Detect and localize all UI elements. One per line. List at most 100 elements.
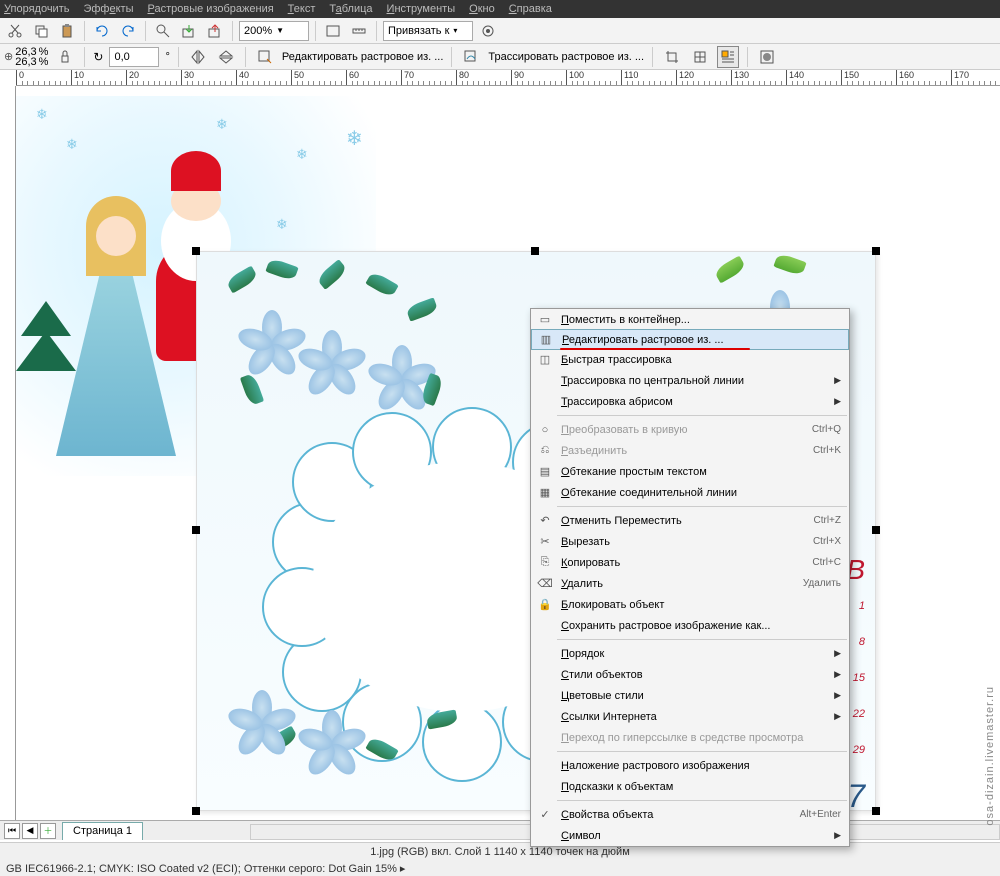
obj-x[interactable]: 26,3 [15,47,36,57]
cut-icon[interactable] [4,20,26,42]
rotation-input[interactable]: 0,0 [109,47,159,67]
context-menu: ▭Поместить в контейнер...▥Редактировать … [530,308,850,847]
ctx-трассировка-по-центрально[interactable]: Трассировка по центральной линии▶ [531,370,849,391]
mirror-v-icon[interactable] [215,46,237,68]
ctx-label: Цветовые стили [555,690,834,702]
menu-effects[interactable]: Эффекты [83,3,133,15]
edit-bitmap-icon[interactable] [254,46,276,68]
ctx-редактировать-растровое-и[interactable]: ▥Редактировать растровое из. ... [531,329,849,350]
wrap-icon: ▤ [535,465,555,478]
menu-arrange[interactable]: Упорядочить [4,3,69,15]
ctx-обтекание-соединительной-[interactable]: ▦Обтекание соединительной линии [531,482,849,503]
page-first-button[interactable]: ⏮ [4,823,20,839]
standard-toolbar: 200%▼ Привязать к▾ [0,18,1000,44]
menu-table[interactable]: Таблица [329,3,372,15]
page-tab-1[interactable]: Страница 1 [62,822,143,840]
resample-icon[interactable] [689,46,711,68]
ctx-label: Копировать [555,557,812,569]
import-icon[interactable] [178,20,200,42]
menu-tools[interactable]: Инструменты [387,3,456,15]
watermark: osa-dizain.livemaster.ru [984,686,996,826]
wrap-text-icon[interactable] [717,46,739,68]
copy-icon[interactable] [30,20,52,42]
ctx-label: Разъединить [555,445,813,457]
ctx-трассировка-абрисом[interactable]: Трассировка абрисом▶ [531,391,849,412]
edit-bitmap-label[interactable]: Редактировать растровое из. ... [282,51,444,63]
trace-bitmap-label[interactable]: Трассировать растровое из. ... [488,51,644,63]
ctx-label: Удалить [555,578,803,590]
mirror-h-icon[interactable] [187,46,209,68]
sel-handle[interactable] [872,807,880,815]
page-add-button[interactable]: ＋ [40,823,56,839]
vertical-ruler[interactable] [0,86,16,838]
ctx-label: Поместить в контейнер... [555,314,841,326]
canvas[interactable]: ❄ ❄ ❄ ❄ ❄ ❄ [16,86,1000,838]
ctx-стили-объектов[interactable]: Стили объектов▶ [531,664,849,685]
edit-bitmap-icon: ▥ [536,333,556,346]
menu-text[interactable]: Текст [288,3,316,15]
ctx-label: Сохранить растровое изображение как... [555,620,841,632]
ctx-ссылки-интернета[interactable]: Ссылки Интернета▶ [531,706,849,727]
ctx-обтекание-простым-текстом[interactable]: ▤Обтекание простым текстом [531,461,849,482]
ctx-label: Вырезать [555,536,813,548]
ctx-label: Порядок [555,648,834,660]
options-icon[interactable] [477,20,499,42]
ctx-наложение-растрового-изоб[interactable]: Наложение растрового изображения [531,755,849,776]
undo-icon[interactable] [91,20,113,42]
sel-handle[interactable] [192,526,200,534]
ctx-символ[interactable]: Символ▶ [531,825,849,846]
search-icon[interactable] [152,20,174,42]
ctx-свойства-объекта[interactable]: ✓Свойства объектаAlt+Enter [531,804,849,825]
ctx-label: Быстрая трассировка [555,354,841,366]
ctx-порядок[interactable]: Порядок▶ [531,643,849,664]
convert-icon: ○ [535,424,555,436]
zoom-combo[interactable]: 200%▼ [239,21,309,41]
ctx-подсказки-к-объектам[interactable]: Подсказки к объектам [531,776,849,797]
bitmap-mask-icon[interactable] [756,46,778,68]
obj-y[interactable]: 26,3 [15,57,36,67]
rulers-icon[interactable] [348,20,370,42]
ctx-блокировать-объект[interactable]: 🔒Блокировать объект [531,594,849,615]
lock-icon: 🔒 [535,598,555,611]
ctx-label: Блокировать объект [555,599,841,611]
fullscreen-icon[interactable] [322,20,344,42]
paste-icon[interactable] [56,20,78,42]
break-icon: ⎌ [535,444,555,457]
delete-icon: ⌫ [535,577,555,590]
ctx-цветовые-стили[interactable]: Цветовые стили▶ [531,685,849,706]
ctx-label: Отменить Переместить [555,515,814,527]
sel-handle[interactable] [872,526,880,534]
menu-help[interactable]: Справка [509,3,552,15]
snap-combo[interactable]: Привязать к▾ [383,21,473,41]
export-icon[interactable] [204,20,226,42]
crop-icon[interactable] [661,46,683,68]
horizontal-ruler[interactable]: 0102030405060708090100110120130140150160… [16,70,1000,86]
sel-handle[interactable] [872,247,880,255]
sel-handle[interactable] [531,247,539,255]
ctx-быстрая-трассировка[interactable]: ◫Быстрая трассировка [531,349,849,370]
sel-handle[interactable] [192,247,200,255]
ctx-вырезать[interactable]: ✂ВырезатьCtrl+X [531,531,849,552]
redo-icon[interactable] [117,20,139,42]
trace-bitmap-icon[interactable] [460,46,482,68]
ctx-удалить[interactable]: ⌫УдалитьУдалить [531,573,849,594]
ctx-label: Свойства объекта [555,809,800,821]
menu-bitmaps[interactable]: Растровые изображения [148,3,274,15]
ctx-label: Символ [555,830,834,842]
ctx-копировать[interactable]: ⎘КопироватьCtrl+C [531,552,849,573]
menu-window[interactable]: Окно [469,3,495,15]
sel-handle[interactable] [192,807,200,815]
status-bar-2: GB IEC61966-2.1; CMYK: ISO Coated v2 (EC… [0,860,1000,876]
ctx-сохранить-растровое-изобр[interactable]: Сохранить растровое изображение как... [531,615,849,636]
page-prev-button[interactable]: ◀ [22,823,38,839]
ctx-отменить-переместить[interactable]: ↶Отменить ПереместитьCtrl+Z [531,510,849,531]
ctx-label: Подсказки к объектам [555,781,841,793]
property-bar: ⊕ 26,326,3 %% ↻ 0,0 ° Редактировать раст… [0,44,1000,70]
wrap2-icon: ▦ [535,486,555,499]
ctx-label: Стили объектов [555,669,834,681]
ctx-поместить-в-контейнер-[interactable]: ▭Поместить в контейнер... [531,309,849,330]
ctx-label: Обтекание простым текстом [555,466,841,478]
menu-bar: Упорядочить Эффекты Растровые изображени… [0,0,1000,18]
lock-ratio-icon[interactable] [54,46,76,68]
cut-icon: ✂ [535,535,555,548]
